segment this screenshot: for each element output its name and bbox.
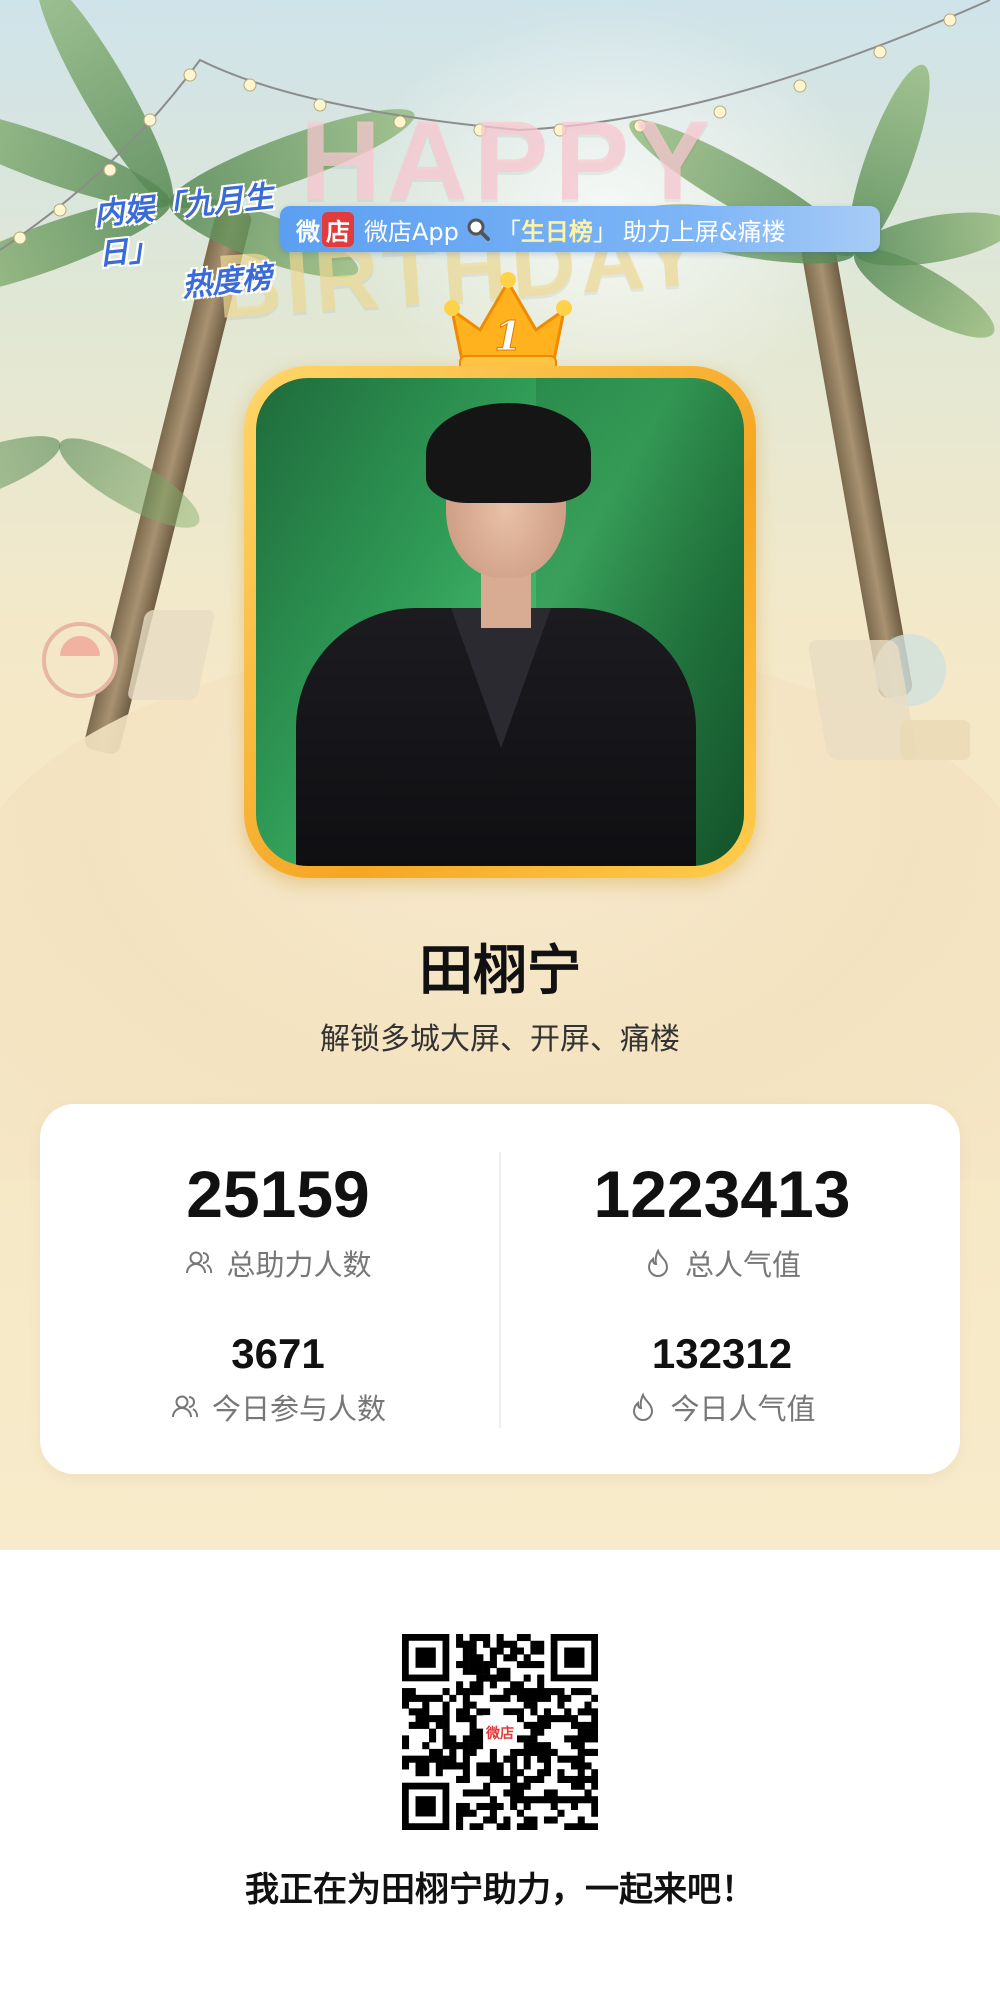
- crown-icon: 1: [444, 272, 572, 373]
- banner-tail-text: 助力上屏&痛楼: [622, 217, 786, 246]
- flame-icon: [633, 1392, 654, 1421]
- avatar: [256, 378, 744, 866]
- weidian-logo-wei: 微: [296, 217, 320, 246]
- app-name: 微店App: [364, 217, 459, 246]
- beach-chair-left: [42, 610, 215, 700]
- today-participants-label: 今日参与人数: [211, 1392, 386, 1426]
- rank-number: 1: [494, 313, 522, 360]
- total-popularity-label: 总人气值: [684, 1248, 801, 1282]
- qr-finder-pattern: [564, 1647, 585, 1668]
- promo-banner: 微 店 微店App 「 生日榜 」 助力上屏&痛楼: [280, 206, 880, 252]
- total-popularity-value: 1223413: [593, 1157, 851, 1231]
- search-icon: [467, 218, 490, 241]
- support-call-to-action: 我正在为田栩宁助力，一起来吧！: [245, 1870, 755, 1910]
- keyword-close-bracket: 」: [592, 217, 617, 246]
- qr-finder-pattern: [415, 1647, 436, 1668]
- qr-finder-pattern: [415, 1796, 436, 1817]
- stats-card: 25159 总助力人数 1223413 总人气值 3671 今日参与人数 132…: [40, 1104, 960, 1474]
- beach-chair-right: [808, 634, 970, 760]
- qr-weidian-logo: 微店: [485, 1725, 514, 1742]
- today-participants-value: 3671: [231, 1330, 325, 1377]
- users-icon: [186, 1251, 213, 1274]
- share-footer: 微店 我正在为田栩宁助力，一起来吧！: [0, 1550, 1000, 1989]
- stat-today-popularity: 132312 今日人气值: [502, 1326, 942, 1428]
- stat-today-participants: 3671 今日参与人数: [58, 1326, 498, 1428]
- weidian-logo: 微 店: [296, 211, 354, 247]
- share-poster: HAPPY BIRTHDAY 内娱「九月生日」 热度榜 微 店 微店App 「 …: [0, 0, 1000, 1989]
- avatar-frame: [244, 366, 756, 878]
- total-supporters-value: 25159: [186, 1157, 370, 1231]
- keyword-open-bracket: 「: [496, 217, 521, 246]
- today-popularity-label: 今日人气值: [670, 1392, 816, 1426]
- flame-icon: [647, 1248, 668, 1277]
- stats-divider: [499, 1152, 501, 1428]
- star-name: 田栩宁: [419, 939, 581, 1002]
- today-popularity-value: 132312: [651, 1330, 793, 1377]
- unlock-subtitle: 解锁多城大屏、开屏、痛楼: [320, 1022, 680, 1057]
- stat-total-supporters: 25159 总助力人数: [58, 1154, 498, 1284]
- search-keyword: 生日榜: [520, 217, 593, 246]
- weidian-logo-dian: 店: [322, 211, 354, 247]
- stat-total-popularity: 1223413 总人气值: [502, 1154, 942, 1284]
- users-icon: [171, 1395, 199, 1418]
- total-supporters-label: 总助力人数: [226, 1248, 372, 1282]
- hero-background: HAPPY BIRTHDAY 内娱「九月生日」 热度榜 微 店 微店App 「 …: [0, 0, 1000, 1550]
- qr-code[interactable]: 微店: [402, 1634, 598, 1830]
